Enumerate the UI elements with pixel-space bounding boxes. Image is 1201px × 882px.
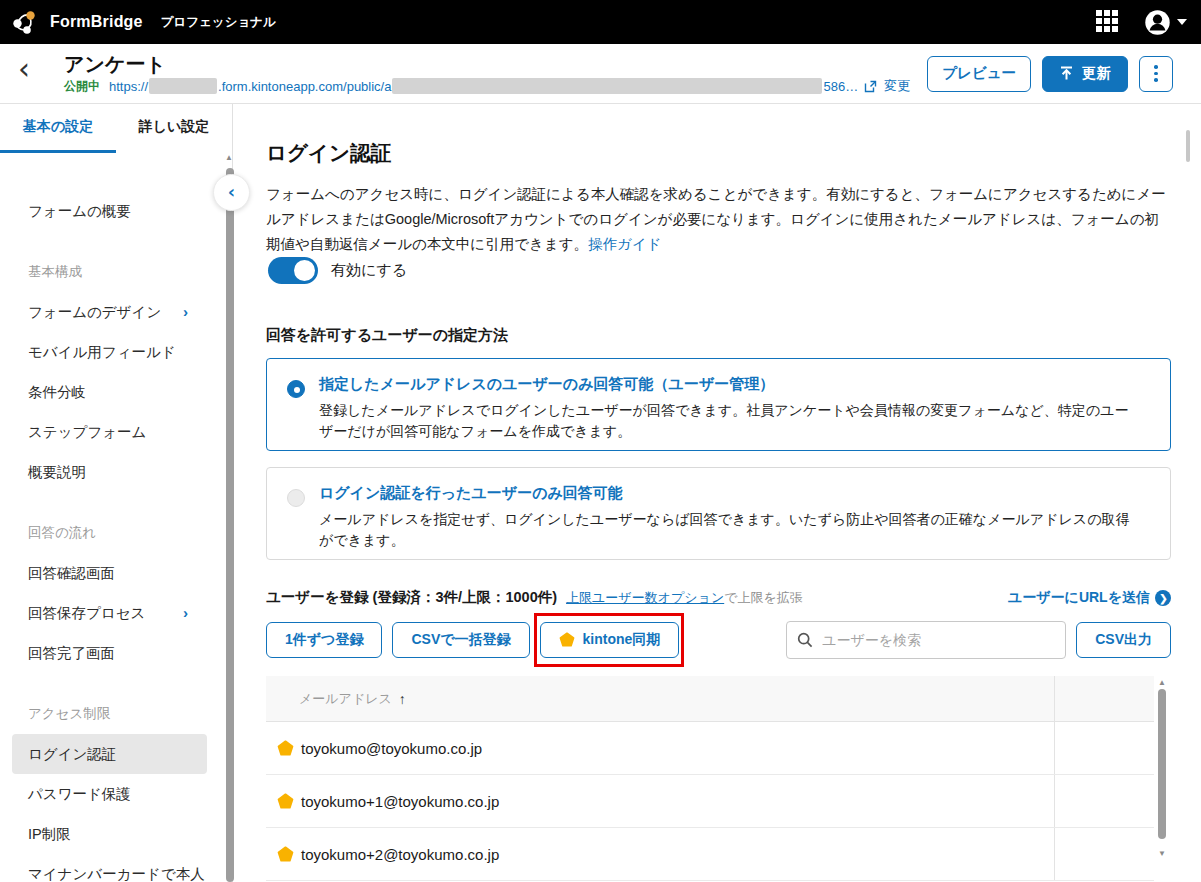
table-row[interactable]: toyokumo+2@toyokumo.co.jp (266, 828, 1154, 881)
csv-export-button[interactable]: CSV出力 (1076, 622, 1171, 658)
scroll-down-arrow[interactable]: ▼ (1158, 849, 1166, 858)
search-icon (797, 632, 813, 648)
tab-basic-settings[interactable]: 基本の設定 (0, 104, 116, 153)
kintone-sync-button[interactable]: kintone同期 (540, 622, 680, 658)
user-limit-option-link[interactable]: 上限ユーザー数オプション (566, 589, 724, 607)
guide-link[interactable]: 操作ガイド (588, 236, 662, 252)
sidebar-section-access-restriction: アクセス制限 (0, 694, 232, 734)
sidebar-item-ip-restriction[interactable]: IP制限 (0, 814, 232, 854)
sidebar-item-response-confirm[interactable]: 回答確認画面 (0, 553, 232, 593)
sidebar-section-basic-structure: 基本構成 (0, 252, 232, 292)
chevron-right-icon: › (183, 593, 188, 633)
table-scrollbar[interactable]: ▲ ▼ (1154, 676, 1171, 882)
public-url[interactable]: https://.form.kintoneapp.com/public/a586… (109, 78, 858, 94)
sidebar-item-form-overview[interactable]: フォームの概要 (0, 191, 232, 231)
option-registered-users-only[interactable]: 指定したメールアドレスのユーザーのみ回答可能（ユーザー管理） 登録したメールアド… (266, 358, 1171, 451)
chevron-down-icon (1177, 19, 1187, 25)
sort-ascending-icon[interactable]: ↑ (399, 691, 406, 707)
formbridge-logo-icon (10, 7, 40, 37)
main-scrollbar[interactable] (1186, 130, 1190, 162)
arrow-right-circle-icon[interactable]: ❯ (1155, 590, 1171, 606)
sidebar-item-mynumber-card[interactable]: マイナンバーカードで本人 (0, 854, 232, 882)
sidebar-collapse-button[interactable]: ‹ (213, 174, 250, 211)
settings-sidebar: 基本の設定 詳しい設定 フォームの概要 基本構成 フォームのデザイン› モバイル… (0, 104, 233, 882)
user-specify-method-label: 回答を許可するユーザーの指定方法 (266, 327, 1173, 343)
sidebar-scrollbar[interactable] (226, 168, 234, 882)
account-menu[interactable] (1144, 9, 1187, 36)
option-any-logged-in-user[interactable]: ログイン認証を行ったユーザーのみ回答可能 メールアドレスを指定せず、ログインした… (266, 467, 1171, 560)
send-url-link[interactable]: ユーザーにURLを送信 (1008, 589, 1150, 607)
register-users-label: ユーザーを登録 (登録済：3件/上限：1000件) (266, 589, 557, 605)
sidebar-item-password-protection[interactable]: パスワード保護 (0, 774, 232, 814)
change-url-link[interactable]: 変更 (884, 77, 910, 95)
sidebar-item-step-form[interactable]: ステップフォーム (0, 412, 232, 452)
account-icon (1144, 9, 1171, 36)
scrollbar-thumb[interactable] (1158, 689, 1166, 839)
topbar: FormBridge プロフェッショナル (0, 0, 1201, 44)
sidebar-section-response-flow: 回答の流れ (0, 513, 232, 553)
sidebar-item-login-auth[interactable]: ログイン認証 (12, 734, 207, 774)
sidebar-item-conditional-branch[interactable]: 条件分岐 (0, 372, 232, 412)
more-menu-button[interactable] (1139, 56, 1173, 92)
brand-name: FormBridge (50, 13, 143, 31)
scroll-up-arrow[interactable]: ▲ (225, 153, 233, 162)
kintone-sync-annotation: kintone同期 (540, 622, 680, 658)
section-description: フォームへのアクセス時に、ログイン認証による本人確認を求めることができます。有効… (266, 182, 1171, 257)
register-one-button[interactable]: 1件ずつ登録 (266, 622, 382, 658)
sidebar-item-response-complete[interactable]: 回答完了画面 (0, 633, 232, 673)
preview-button[interactable]: プレビュー (927, 56, 1031, 92)
page-title: アンケート (64, 52, 910, 76)
external-link-icon[interactable] (864, 80, 877, 93)
redacted-url-part (392, 78, 822, 94)
table-header-row: メールアドレス ↑ (266, 676, 1154, 722)
update-button[interactable]: 更新 (1042, 56, 1128, 92)
form-header: ‹ アンケート 公開中 https://.form.kintoneapp.com… (0, 44, 1201, 104)
enable-toggle[interactable] (268, 257, 318, 284)
main-content: ログイン認証 フォームへのアクセス時に、ログイン認証による本人確認を求めることが… (233, 104, 1201, 882)
kintone-icon (559, 632, 575, 648)
csv-bulk-register-button[interactable]: CSVで一括登録 (392, 622, 529, 658)
table-row[interactable]: toyokumo+1@toyokumo.co.jp (266, 775, 1154, 828)
page: FormBridge プロフェッショナル ‹ アンケート 公開中 https:/… (0, 0, 1201, 882)
user-search-input[interactable] (822, 632, 1055, 648)
back-button[interactable]: ‹ (10, 56, 38, 82)
radio-unselected-icon[interactable] (287, 489, 305, 507)
sidebar-item-form-design[interactable]: フォームのデザイン› (0, 292, 232, 332)
chevron-right-icon: › (183, 292, 188, 332)
kebab-icon (1154, 65, 1158, 82)
toggle-label: 有効にする (331, 261, 407, 280)
user-search (786, 621, 1066, 659)
kintone-icon (277, 846, 294, 863)
scroll-up-arrow[interactable]: ▲ (1158, 678, 1166, 687)
kintone-icon (277, 740, 294, 757)
tab-advanced-settings[interactable]: 詳しい設定 (116, 104, 232, 153)
limit-expand-suffix: で上限を拡張 (724, 589, 803, 607)
status-badge: 公開中 (64, 78, 100, 95)
email-column-header[interactable]: メールアドレス (299, 690, 392, 708)
user-table: メールアドレス ↑ toyokumo@toyokumo.co.jp toyoku… (266, 676, 1171, 882)
sidebar-item-response-save-process[interactable]: 回答保存プロセス› (0, 593, 232, 633)
sidebar-item-mobile-fields[interactable]: モバイル用フィールド (0, 332, 232, 372)
redacted-url-part (149, 78, 217, 94)
plan-label: プロフェッショナル (161, 14, 276, 31)
upload-icon (1059, 66, 1074, 81)
radio-selected-icon[interactable] (287, 380, 305, 398)
sidebar-item-overview-description[interactable]: 概要説明 (0, 452, 232, 492)
section-heading: ログイン認証 (266, 142, 1173, 164)
app-grid-icon[interactable] (1096, 10, 1120, 34)
table-row[interactable]: toyokumo@toyokumo.co.jp (266, 722, 1154, 775)
kintone-icon (277, 793, 294, 810)
